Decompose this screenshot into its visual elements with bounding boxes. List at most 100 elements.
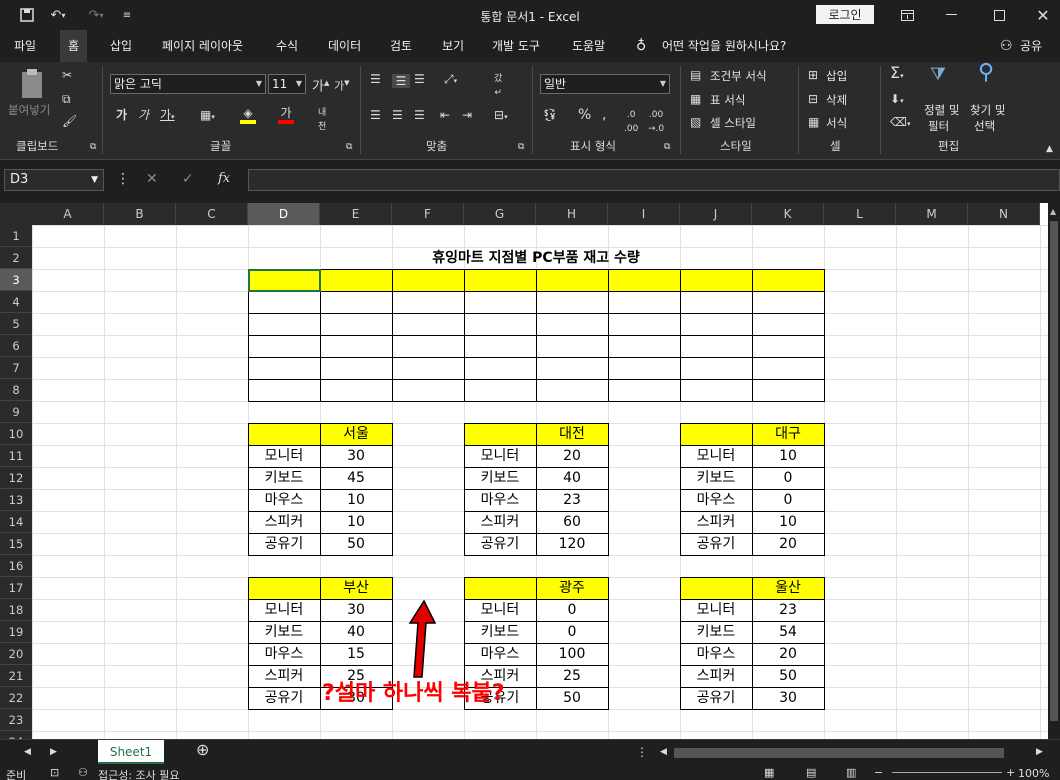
row-header[interactable]: 4 bbox=[0, 291, 32, 313]
row-header[interactable]: 6 bbox=[0, 335, 32, 357]
phonetic-icon[interactable]: 내천 bbox=[318, 106, 326, 134]
row-header[interactable]: 19 bbox=[0, 621, 32, 643]
format-cells-button[interactable]: 서식 bbox=[826, 115, 847, 131]
page-break-icon[interactable]: ▥ bbox=[846, 766, 856, 779]
number-format-combo[interactable]: 일반 ▼ bbox=[540, 74, 670, 94]
row-header[interactable]: 1 bbox=[0, 225, 32, 247]
paste-button[interactable]: 붙여넣기 bbox=[8, 102, 50, 118]
align-bottom-icon[interactable]: ☰ bbox=[414, 72, 425, 86]
comma-style-icon[interactable]: , bbox=[602, 108, 606, 122]
accounting-format-icon[interactable]: 💱︎ bbox=[542, 108, 557, 122]
column-header[interactable]: I bbox=[608, 203, 680, 225]
decrease-decimal-icon[interactable]: .00 →.0 bbox=[648, 108, 664, 136]
prev-sheet-icon[interactable]: ◀ bbox=[24, 745, 31, 759]
row-header[interactable]: 8 bbox=[0, 379, 32, 401]
scroll-up-icon[interactable]: ▲ bbox=[1050, 207, 1056, 216]
tab-file[interactable]: 파일 bbox=[14, 36, 36, 56]
row-header[interactable]: 5 bbox=[0, 313, 32, 335]
zoom-level[interactable]: 100% bbox=[1018, 767, 1049, 780]
column-header[interactable]: C bbox=[176, 203, 248, 225]
row-header[interactable]: 11 bbox=[0, 445, 32, 467]
zoom-out-icon[interactable]: − bbox=[874, 766, 883, 779]
tab-formulas[interactable]: 수식 bbox=[276, 36, 298, 56]
row-header[interactable]: 15 bbox=[0, 533, 32, 555]
row-header[interactable]: 9 bbox=[0, 401, 32, 423]
wrap-text-icon[interactable]: 갔 ↵ bbox=[494, 72, 502, 100]
cell-styles-button[interactable]: 셀 스타일 bbox=[710, 115, 756, 131]
sheet-tab-sheet1[interactable]: Sheet1 bbox=[98, 740, 164, 764]
tab-help[interactable]: 도움말 bbox=[572, 36, 605, 56]
zoom-in-icon[interactable]: + bbox=[1006, 766, 1015, 779]
increase-font-icon[interactable]: 가▲ bbox=[312, 76, 329, 94]
tell-me-search[interactable]: 어떤 작업을 원하시나요? bbox=[662, 36, 786, 56]
row-header[interactable]: 13 bbox=[0, 489, 32, 511]
maximize-icon[interactable] bbox=[984, 0, 1014, 30]
borders-icon[interactable]: ▦▾ bbox=[200, 108, 215, 124]
ribbon-display-icon[interactable] bbox=[892, 0, 922, 30]
column-header[interactable]: G bbox=[464, 203, 536, 225]
row-header[interactable]: 22 bbox=[0, 687, 32, 709]
column-header[interactable]: A bbox=[32, 203, 104, 225]
row-header[interactable]: 20 bbox=[0, 643, 32, 665]
increase-decimal-icon[interactable]: .0.00 bbox=[624, 108, 638, 136]
row-header[interactable]: 14 bbox=[0, 511, 32, 533]
clipboard-launcher-icon[interactable]: ⧉ bbox=[90, 140, 96, 154]
vertical-scrollbar[interactable]: ▲ bbox=[1048, 203, 1060, 739]
row-header[interactable]: 18 bbox=[0, 599, 32, 621]
bold-icon[interactable]: 가 bbox=[116, 108, 127, 122]
format-painter-icon[interactable]: 🖌︎ bbox=[62, 114, 77, 128]
accessibility-status[interactable]: 접근성: 조사 필요 bbox=[98, 767, 180, 780]
column-header[interactable]: B bbox=[104, 203, 176, 225]
page-layout-icon[interactable]: ▤ bbox=[806, 766, 816, 779]
align-middle-icon[interactable]: ☰ bbox=[392, 74, 410, 88]
autosum-icon[interactable]: Σ▾ bbox=[890, 65, 904, 83]
column-header[interactable]: M bbox=[896, 203, 968, 225]
row-header[interactable]: 3 bbox=[0, 269, 32, 291]
zoom-slider[interactable] bbox=[892, 772, 1002, 773]
decrease-indent-icon[interactable]: ⇤ bbox=[440, 108, 450, 122]
row-header[interactable]: 7 bbox=[0, 357, 32, 379]
formula-input[interactable] bbox=[248, 169, 1060, 191]
selected-cell-d3[interactable] bbox=[248, 269, 321, 292]
fill-icon[interactable]: ⬇▾ bbox=[890, 92, 904, 108]
underline-icon[interactable]: 가▾ bbox=[160, 108, 175, 124]
column-header[interactable]: D bbox=[248, 203, 320, 225]
add-sheet-icon[interactable]: ⊕ bbox=[196, 742, 209, 758]
column-header[interactable]: N bbox=[968, 203, 1040, 225]
row-header[interactable]: 16 bbox=[0, 555, 32, 577]
alignment-launcher-icon[interactable]: ⧉ bbox=[518, 140, 524, 154]
select-all-corner[interactable] bbox=[0, 203, 32, 225]
tab-view[interactable]: 보기 bbox=[442, 36, 464, 56]
login-button[interactable]: 로그인 bbox=[816, 5, 874, 24]
copy-icon[interactable]: ⧉ bbox=[62, 92, 71, 106]
row-header[interactable]: 2 bbox=[0, 247, 32, 269]
enter-icon[interactable]: ✓ bbox=[182, 172, 194, 186]
conditional-format-button[interactable]: 조건부 서식 bbox=[710, 68, 767, 84]
delete-cells-button[interactable]: 삭제 bbox=[826, 92, 847, 108]
normal-view-icon[interactable]: ▦ bbox=[764, 766, 774, 779]
more-icon[interactable]: ⋮ bbox=[636, 745, 648, 759]
insert-cells-button[interactable]: 삽입 bbox=[826, 68, 847, 84]
tab-review[interactable]: 검토 bbox=[390, 36, 412, 56]
cancel-icon[interactable]: ✕ bbox=[146, 172, 158, 186]
next-sheet-icon[interactable]: ▶ bbox=[50, 745, 57, 759]
tab-page-layout[interactable]: 페이지 레이아웃 bbox=[162, 36, 243, 56]
paste-icon[interactable] bbox=[18, 68, 48, 100]
align-right-icon[interactable]: ☰ bbox=[414, 108, 425, 122]
scroll-left-icon[interactable]: ◀ bbox=[660, 745, 667, 759]
tab-developer[interactable]: 개발 도구 bbox=[492, 36, 540, 56]
row-header[interactable]: 21 bbox=[0, 665, 32, 687]
font-color-icon[interactable]: 가 bbox=[278, 106, 294, 124]
minimize-icon[interactable] bbox=[936, 0, 966, 30]
worksheet-grid[interactable]: ABCDEFGHIJKLMN 1 2 3 4 5 6 7 8 9 10 11 12 13 14 15 16 17… bbox=[0, 203, 1048, 739]
italic-icon[interactable]: 가 bbox=[138, 108, 149, 122]
cut-icon[interactable]: ✂ bbox=[62, 68, 72, 82]
tab-data[interactable]: 데이터 bbox=[328, 36, 361, 56]
column-header[interactable]: E bbox=[320, 203, 392, 225]
row-header[interactable]: 10 bbox=[0, 423, 32, 445]
more-icon[interactable]: ⋮ bbox=[116, 172, 130, 186]
fill-color-icon[interactable]: ◈ bbox=[240, 106, 256, 124]
close-icon[interactable]: ✕ bbox=[1028, 0, 1058, 30]
find-select-button[interactable]: 찾기 및 bbox=[970, 102, 1005, 118]
row-header[interactable]: 24 bbox=[0, 731, 32, 739]
